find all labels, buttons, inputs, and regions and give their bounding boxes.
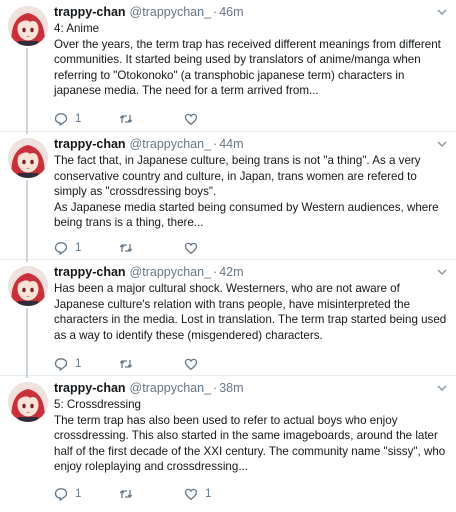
- thread-connector: [26, 180, 28, 262]
- avatar[interactable]: [8, 266, 48, 306]
- avatar-image: [8, 266, 48, 306]
- chevron-down-icon[interactable]: [436, 266, 448, 278]
- user-handle[interactable]: @trappychan_: [130, 264, 212, 280]
- timestamp[interactable]: 42m: [219, 264, 243, 280]
- tweet-header: trappy-chan @trappychan_ · 38m: [54, 380, 448, 396]
- avatar[interactable]: [8, 382, 48, 422]
- tweet[interactable]: trappy-chan @trappychan_ · 42m Has been …: [0, 260, 456, 378]
- tweet[interactable]: trappy-chan @trappychan_ · 44m The fact …: [0, 132, 456, 262]
- timestamp[interactable]: 44m: [219, 136, 243, 152]
- like-button[interactable]: [184, 241, 249, 255]
- chevron-down-icon[interactable]: [436, 382, 448, 394]
- like-button[interactable]: [184, 112, 249, 126]
- reply-icon: [54, 358, 68, 371]
- tweet-text: 5: Crossdressing The term trap has also …: [54, 398, 446, 473]
- avatar-image: [8, 382, 48, 422]
- user-handle[interactable]: @trappychan_: [130, 4, 212, 20]
- like-icon: [184, 113, 198, 126]
- reply-count: 1: [75, 358, 82, 370]
- user-handle[interactable]: @trappychan_: [130, 380, 212, 396]
- tweet-header: trappy-chan @trappychan_ · 44m: [54, 136, 448, 152]
- reply-count: 1: [75, 488, 82, 500]
- avatar[interactable]: [8, 138, 48, 178]
- like-icon: [184, 358, 198, 371]
- separator-dot: ·: [213, 5, 218, 19]
- like-icon: [184, 488, 198, 501]
- reply-count: 1: [75, 113, 82, 125]
- separator-dot: ·: [213, 265, 218, 279]
- reply-count: 1: [75, 242, 82, 254]
- timestamp[interactable]: 38m: [219, 380, 243, 396]
- retweet-icon: [119, 244, 133, 252]
- like-icon: [184, 242, 198, 255]
- chevron-down-icon[interactable]: [436, 138, 448, 150]
- display-name[interactable]: trappy-chan: [54, 264, 126, 280]
- tweet-actions: 1: [54, 356, 314, 372]
- tweet-header: trappy-chan @trappychan_ · 42m: [54, 264, 448, 280]
- tweet-actions: 1 1: [54, 486, 314, 502]
- thread-connector: [26, 308, 28, 378]
- like-button[interactable]: 1: [184, 487, 249, 501]
- tweet-actions: 1: [54, 111, 314, 127]
- timestamp[interactable]: 46m: [219, 4, 243, 20]
- tweet[interactable]: trappy-chan @trappychan_ · 46m 4: Anime …: [0, 0, 456, 134]
- reply-icon: [54, 242, 68, 255]
- like-count: 1: [205, 488, 212, 500]
- chevron-down-icon[interactable]: [436, 6, 448, 18]
- tweet-text: 4: Anime Over the years, the term trap h…: [54, 22, 441, 97]
- display-name[interactable]: trappy-chan: [54, 136, 126, 152]
- retweet-button[interactable]: [119, 357, 184, 371]
- display-name[interactable]: trappy-chan: [54, 4, 126, 20]
- retweet-icon: [119, 115, 133, 123]
- separator-dot: ·: [213, 381, 218, 395]
- separator-dot: ·: [213, 137, 218, 151]
- retweet-button[interactable]: [119, 112, 184, 126]
- avatar-image: [8, 138, 48, 178]
- tweet-header: trappy-chan @trappychan_ · 46m: [54, 4, 448, 20]
- tweet-text: Has been a major cultural shock. Western…: [54, 282, 447, 342]
- thread-connector: [26, 48, 28, 134]
- reply-button[interactable]: 1: [54, 241, 119, 255]
- reply-button[interactable]: 1: [54, 112, 119, 126]
- retweet-button[interactable]: [119, 241, 184, 255]
- avatar-image: [8, 6, 48, 46]
- display-name[interactable]: trappy-chan: [54, 380, 126, 396]
- reply-button[interactable]: 1: [54, 357, 119, 371]
- user-handle[interactable]: @trappychan_: [130, 136, 212, 152]
- like-button[interactable]: [184, 357, 249, 371]
- avatar[interactable]: [8, 6, 48, 46]
- tweet-thread: trappy-chan @trappychan_ · 46m 4: Anime …: [0, 0, 456, 512]
- tweet-text: The fact that, in Japanese culture, bein…: [54, 154, 439, 229]
- reply-button[interactable]: 1: [54, 487, 119, 501]
- reply-icon: [54, 113, 68, 126]
- retweet-icon: [119, 490, 133, 498]
- tweet-actions: 1: [54, 240, 314, 256]
- reply-icon: [54, 488, 68, 501]
- tweet[interactable]: trappy-chan @trappychan_ · 38m 5: Crossd…: [0, 376, 456, 512]
- retweet-icon: [119, 360, 133, 368]
- retweet-button[interactable]: [119, 487, 184, 501]
